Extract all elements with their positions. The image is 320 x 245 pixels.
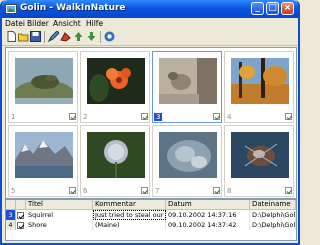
edit-icon[interactable]: [48, 31, 59, 42]
thumbnail-number: 1: [11, 113, 16, 121]
thumbnail-cell[interactable]: 6: [80, 125, 150, 197]
maximize-button[interactable]: □: [266, 2, 279, 15]
check-column-header: [16, 200, 26, 210]
thumbnail-grid[interactable]: 1 2 3 4 5 6 7 8: [5, 47, 297, 199]
thumbnail-checkbox[interactable]: [141, 187, 149, 195]
thumbnail-image: [231, 58, 289, 104]
thumbnail-checkbox[interactable]: [285, 187, 293, 195]
thumbnail-number: 6: [83, 187, 88, 195]
table-row[interactable]: 3 Squirrel Just tried to steal our picni…: [6, 210, 296, 220]
thumbnail-cell[interactable]: 1: [8, 51, 78, 123]
thumbnail-cell[interactable]: 3: [152, 51, 222, 123]
arrow-down-icon[interactable]: [86, 31, 97, 42]
thumbnail-number: 7: [155, 187, 160, 195]
thumbnail-cell[interactable]: 7: [152, 125, 222, 197]
thumbnail-cell[interactable]: 8: [224, 125, 294, 197]
thumbnail-image: [231, 132, 289, 178]
delete-icon[interactable]: [60, 31, 71, 42]
row-checkbox[interactable]: [17, 222, 25, 230]
thumbnail-number: 3: [154, 113, 163, 121]
cell-titel[interactable]: Squirrel: [26, 210, 93, 220]
menu-datei[interactable]: Datei: [5, 19, 25, 28]
cell-dateiname[interactable]: D:\Delphi\Golin: [250, 210, 296, 220]
toolbar-separator: [44, 31, 45, 43]
thumbnail-checkbox[interactable]: [69, 113, 77, 121]
cell-datum[interactable]: 09.10.2002 14:37:42: [166, 220, 250, 230]
thumbnail-checkbox[interactable]: [213, 187, 221, 195]
thumbnail-number: 8: [227, 187, 232, 195]
thumbnail-image: [159, 58, 217, 104]
menu-bar: Datei Bilder Ansicht Hilfe: [2, 18, 298, 29]
thumbnail-number: 5: [11, 187, 16, 195]
column-header-titel[interactable]: Titel: [26, 200, 93, 210]
save-icon[interactable]: [30, 31, 41, 42]
thumbnail-checkbox[interactable]: [69, 187, 77, 195]
thumbnail-cell[interactable]: 2: [80, 51, 150, 123]
thumbnail-image: [87, 132, 145, 178]
cell-kommentar[interactable]: (Maine): [93, 220, 166, 230]
app-window: Golin - WalkInNature _ □ × Datei Bilder …: [0, 0, 300, 245]
app-icon: [5, 4, 17, 14]
thumbnail-cell[interactable]: 4: [224, 51, 294, 123]
menu-hilfe[interactable]: Hilfe: [86, 19, 103, 28]
column-header-datum[interactable]: Datum: [166, 200, 250, 210]
title-bar[interactable]: Golin - WalkInNature _ □ ×: [2, 0, 298, 18]
row-checkbox[interactable]: [17, 212, 25, 220]
menu-bilder[interactable]: Bilder: [27, 19, 49, 28]
toolbar: [2, 29, 298, 46]
row-header-corner: [6, 200, 16, 210]
thumbnail-checkbox[interactable]: [213, 113, 221, 121]
thumbnail-number: 2: [83, 113, 88, 121]
minimize-button[interactable]: _: [251, 2, 264, 15]
open-folder-icon[interactable]: [18, 31, 29, 42]
thumbnail-image: [15, 132, 73, 178]
toolbar-separator: [100, 31, 101, 43]
table-row[interactable]: 4 Shore (Maine) 09.10.2002 14:37:42 D:\D…: [6, 220, 296, 230]
cell-titel[interactable]: Shore: [26, 220, 93, 230]
thumbnail-image: [87, 58, 145, 104]
row-number: 4: [6, 220, 16, 230]
close-button[interactable]: ×: [281, 2, 294, 15]
row-number: 3: [6, 210, 16, 220]
column-header-dateiname[interactable]: Dateiname: [250, 200, 296, 210]
thumbnail-image: [159, 132, 217, 178]
cell-kommentar[interactable]: Just tried to steal our picnic (Ma: [93, 210, 166, 220]
column-header-kommentar[interactable]: Kommentar: [93, 200, 166, 210]
menu-ansicht[interactable]: Ansicht: [53, 19, 81, 28]
help-icon[interactable]: [104, 31, 115, 42]
thumbnail-image: [15, 58, 73, 104]
cell-dateiname[interactable]: D:\Delphi\Golin: [250, 220, 296, 230]
details-table[interactable]: Titel Kommentar Datum Dateiname 3 Squirr…: [5, 199, 297, 241]
window-title: Golin - WalkInNature: [20, 3, 126, 13]
cell-datum[interactable]: 09.10.2002 14:37:16: [166, 210, 250, 220]
arrow-up-icon[interactable]: [73, 31, 84, 42]
thumbnail-checkbox[interactable]: [285, 113, 293, 121]
thumbnail-cell[interactable]: 5: [8, 125, 78, 197]
thumbnail-number: 4: [227, 113, 232, 121]
new-file-icon[interactable]: [6, 31, 17, 42]
thumbnail-checkbox[interactable]: [141, 113, 149, 121]
